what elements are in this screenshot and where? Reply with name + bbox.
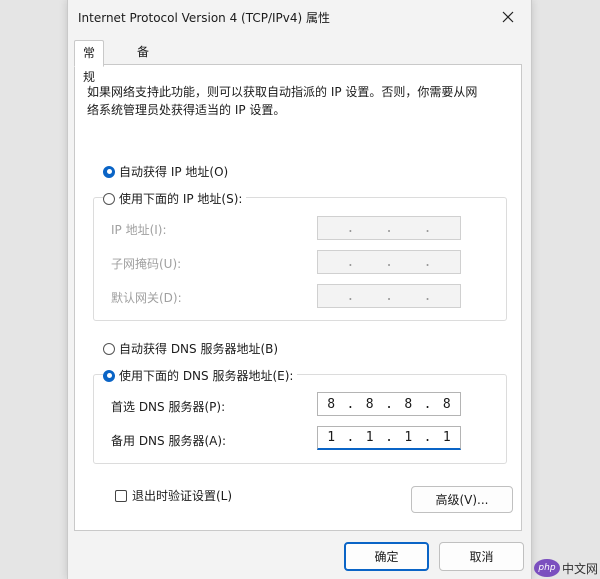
ip-auto-label: 自动获得 IP 地址(O): [119, 165, 229, 179]
ip-address-input[interactable]: . . .: [317, 216, 461, 240]
ip-address-label: IP 地址(I):: [111, 223, 167, 237]
octet: 1: [365, 430, 374, 445]
description-text: 如果网络支持此功能，则可以获取自动指派的 IP 设置。否则，你需要从网 络系统管…: [87, 83, 497, 119]
description-line-1: 如果网络支持此功能，则可以获取自动指派的 IP 设置。否则，你需要从网: [87, 85, 478, 99]
ok-button[interactable]: 确定: [344, 542, 429, 571]
alternate-dns-input[interactable]: 1. 1. 1. 1: [317, 426, 461, 450]
ip-auto-radio[interactable]: [103, 165, 115, 178]
advanced-button[interactable]: 高级(V)...: [411, 486, 513, 513]
close-button[interactable]: [485, 0, 531, 33]
ip-manual-option[interactable]: 使用下面的 IP 地址(S):: [103, 190, 247, 207]
octet: 8: [404, 396, 413, 412]
ip-auto-option[interactable]: 自动获得 IP 地址(O): [103, 163, 233, 180]
validate-on-exit-option[interactable]: 退出时验证设置(L): [115, 487, 232, 504]
octet: 8: [365, 396, 374, 412]
dns-manual-option[interactable]: 使用下面的 DNS 服务器地址(E):: [103, 367, 298, 384]
default-gateway-input[interactable]: . . .: [317, 284, 461, 308]
validate-on-exit-checkbox[interactable]: [115, 489, 127, 502]
octet: 8: [442, 396, 451, 412]
title-bar: Internet Protocol Version 4 (TCP/IPv4) 属…: [68, 0, 531, 33]
description-line-2: 络系统管理员处获得适当的 IP 设置。: [87, 103, 286, 117]
cancel-button[interactable]: 取消: [439, 542, 524, 571]
dns-manual-radio[interactable]: [103, 369, 115, 382]
close-icon: [502, 11, 514, 22]
dns-auto-label: 自动获得 DNS 服务器地址(B): [119, 342, 279, 356]
dns-manual-label: 使用下面的 DNS 服务器地址(E):: [119, 369, 294, 383]
validate-on-exit-label: 退出时验证设置(L): [132, 489, 233, 503]
octet: 1: [442, 430, 451, 445]
octet: 8: [327, 396, 336, 412]
dns-auto-option[interactable]: 自动获得 DNS 服务器地址(B): [103, 340, 283, 357]
subnet-mask-label: 子网掩码(U):: [111, 257, 182, 271]
tab-general[interactable]: 常规: [74, 40, 105, 84]
octet: 1: [327, 430, 336, 445]
watermark: php 中文网: [533, 559, 598, 577]
alternate-dns-label: 备用 DNS 服务器(A):: [111, 434, 227, 448]
default-gateway-label: 默认网关(D):: [111, 291, 182, 305]
ip-manual-radio[interactable]: [103, 192, 115, 205]
preferred-dns-label: 首选 DNS 服务器(P):: [111, 400, 226, 414]
dns-manual-group: [93, 374, 507, 464]
general-panel: 如果网络支持此功能，则可以获取自动指派的 IP 设置。否则，你需要从网 络系统管…: [74, 64, 522, 531]
octet: 1: [404, 430, 413, 445]
tab-alternate-configuration[interactable]: 备用配置: [129, 40, 157, 131]
watermark-text: 中文网: [561, 561, 598, 576]
ip-manual-label: 使用下面的 IP 地址(S):: [119, 192, 243, 206]
preferred-dns-input[interactable]: 8. 8. 8. 8: [317, 392, 461, 416]
window-title: Internet Protocol Version 4 (TCP/IPv4) 属…: [78, 11, 331, 25]
subnet-mask-input[interactable]: . . .: [317, 250, 461, 274]
dns-auto-radio[interactable]: [103, 342, 115, 355]
ipv4-properties-dialog: Internet Protocol Version 4 (TCP/IPv4) 属…: [67, 0, 532, 579]
php-logo-icon: php: [533, 559, 560, 577]
